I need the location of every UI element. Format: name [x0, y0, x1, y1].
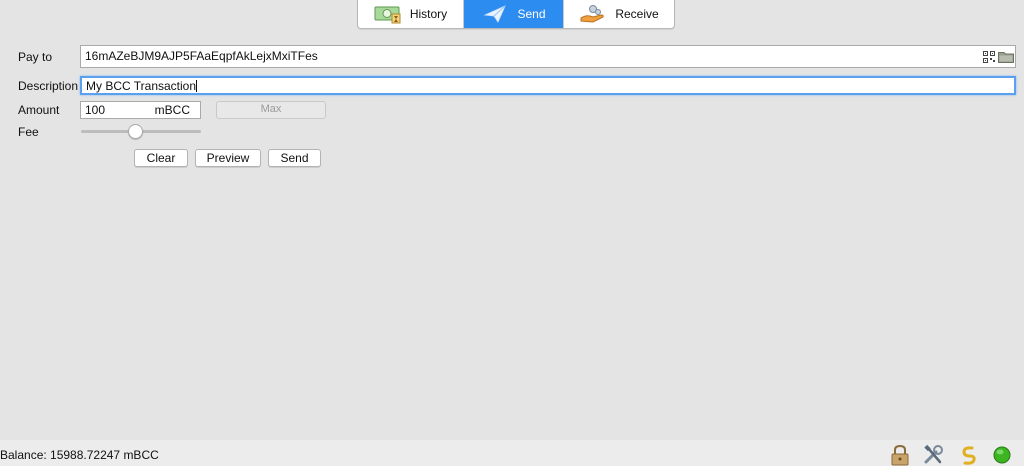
- tab-receive[interactable]: Receive: [564, 0, 674, 28]
- receive-icon: [579, 4, 607, 24]
- amount-unit: mBCC: [154, 103, 190, 117]
- description-input[interactable]: My BCC Transaction: [80, 76, 1016, 95]
- history-icon: [374, 4, 402, 24]
- clear-button[interactable]: Clear: [134, 149, 188, 167]
- qr-code-icon[interactable]: [983, 51, 995, 63]
- tab-history[interactable]: History: [358, 0, 464, 28]
- amount-value: 100: [85, 103, 106, 117]
- balance-text: Balance: 15988.72247 mBCC: [0, 448, 159, 462]
- network-status-icon[interactable]: [990, 444, 1014, 466]
- tab-send-label: Send: [517, 7, 546, 21]
- pay-to-value: 16mAZeBJM9AJP5FAaEqpfAkLejxMxiTFes: [85, 49, 318, 63]
- max-button[interactable]: Max: [216, 101, 326, 119]
- text-caret: [196, 80, 198, 92]
- amount-input[interactable]: 100 mBCC: [80, 101, 201, 119]
- amount-label: Amount: [18, 103, 60, 117]
- preview-button[interactable]: Preview: [195, 149, 261, 167]
- status-icons: [888, 444, 1014, 466]
- tab-history-label: History: [409, 7, 448, 21]
- lock-icon[interactable]: [888, 444, 912, 466]
- fee-label: Fee: [18, 125, 39, 139]
- pay-to-input[interactable]: 16mAZeBJM9AJP5FAaEqpfAkLejxMxiTFes: [80, 45, 1016, 68]
- send-icon: [481, 4, 509, 24]
- folder-icon[interactable]: [998, 51, 1014, 63]
- tab-send[interactable]: Send: [464, 0, 564, 28]
- tools-icon[interactable]: [922, 444, 946, 466]
- tab-receive-label: Receive: [615, 7, 659, 21]
- fee-slider-handle[interactable]: [127, 124, 143, 139]
- pay-to-label: Pay to: [18, 50, 53, 64]
- seed-icon[interactable]: [956, 444, 980, 466]
- description-value: My BCC Transaction: [86, 79, 197, 93]
- tab-bar: History Send Receive: [357, 0, 675, 29]
- description-label: Description: [18, 79, 79, 93]
- send-button[interactable]: Send: [268, 149, 321, 167]
